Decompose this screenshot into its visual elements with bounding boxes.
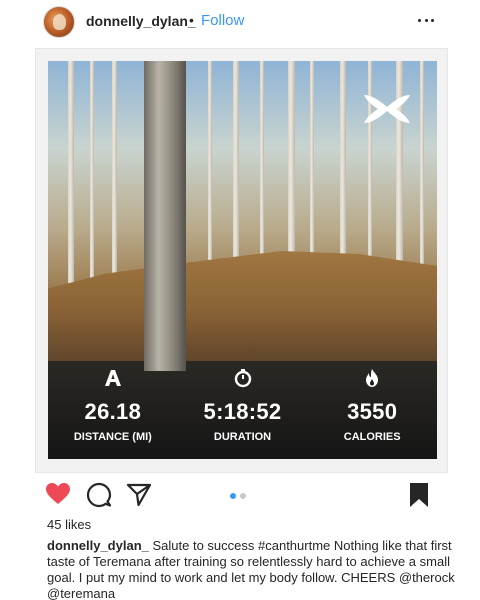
post-media[interactable]: 26.18 DISTANCE (MI) 5:18:52 DURATION 355… <box>35 48 448 473</box>
carousel-dot-active <box>230 493 236 499</box>
follow-button[interactable]: Follow <box>201 12 244 29</box>
stat-duration: 5:18:52 DURATION <box>178 367 308 459</box>
stat-calories: 3550 CALORIES <box>307 367 437 459</box>
duration-value: 5:18:52 <box>203 399 282 424</box>
map-a-icon <box>102 367 124 389</box>
separator-dot: • <box>189 12 194 28</box>
caption-username[interactable]: donnelly_dylan_ <box>47 538 149 553</box>
distance-value: 26.18 <box>84 399 142 424</box>
under-armour-logo <box>364 95 410 123</box>
carousel-indicator <box>230 493 246 499</box>
avatar[interactable] <box>43 6 75 38</box>
share-icon[interactable] <box>126 482 154 508</box>
distance-label: DISTANCE (MI) <box>73 431 152 443</box>
heart-icon[interactable] <box>45 482 73 508</box>
username[interactable]: donnelly_dylan_ <box>86 13 196 29</box>
more-options-icon[interactable] <box>414 8 438 32</box>
calories-label: CALORIES <box>343 431 401 443</box>
post-header: donnelly_dylan_ • Follow <box>0 0 480 46</box>
bookmark-icon[interactable] <box>408 482 432 508</box>
likes-count[interactable]: 45 likes <box>47 517 91 532</box>
flame-icon <box>361 367 383 389</box>
duration-label: DURATION <box>213 431 272 443</box>
post-caption: donnelly_dylan_ Salute to success #canth… <box>47 538 467 600</box>
stopwatch-icon <box>232 367 254 389</box>
action-bar <box>0 478 480 512</box>
comment-icon[interactable] <box>86 482 114 508</box>
stat-distance: 26.18 DISTANCE (MI) <box>48 367 178 459</box>
workout-stats: 26.18 DISTANCE (MI) 5:18:52 DURATION 355… <box>48 367 437 459</box>
calories-value: 3550 <box>347 399 398 424</box>
carousel-dot <box>240 493 246 499</box>
